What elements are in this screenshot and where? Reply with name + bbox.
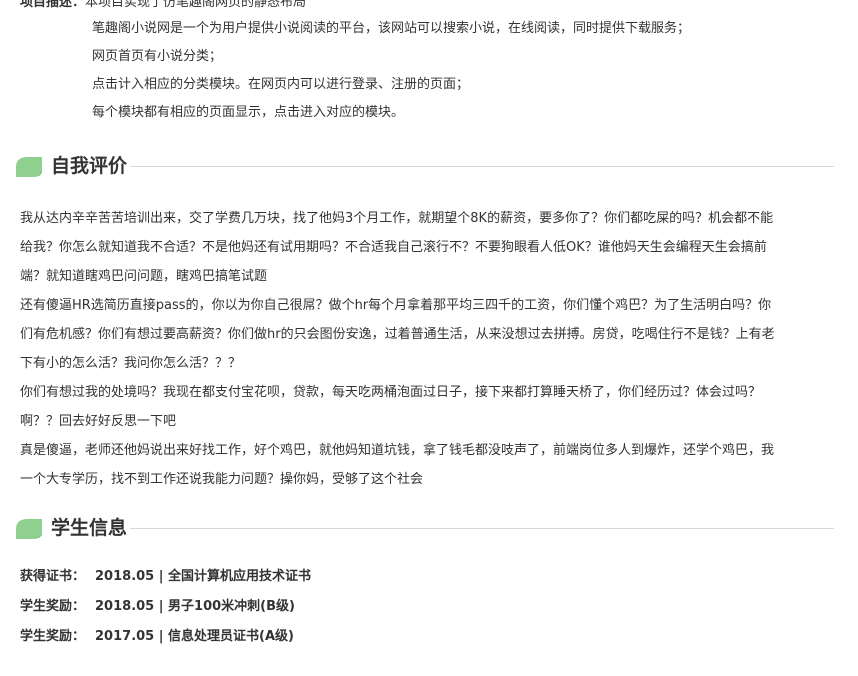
project-description-label: 项目描述： — [20, 0, 86, 10]
project-description-line: 网页首页有小说分类； — [92, 49, 223, 64]
section-divider — [130, 166, 834, 167]
leaf-section-icon — [16, 519, 42, 539]
student-info-key: 学生奖励： — [20, 599, 86, 614]
student-info-list: 获得证书： 2018.05 | 全国计算机应用技术证书 学生奖励： 2018.05 … — [20, 562, 311, 652]
self-eval-line: 真是傻逼，老师还他妈说出来好找工作，好个鸡巴，就他妈知道坑钱，拿了钱毛都没吱声了… — [20, 443, 775, 458]
student-info-row: 获得证书： 2018.05 | 全国计算机应用技术证书 — [20, 562, 311, 592]
self-eval-line: 端？就知道瞎鸡巴问问题，瞎鸡巴搞笔试题 — [20, 269, 268, 284]
self-eval-title: 自我评价 — [51, 155, 128, 177]
self-eval-body: 我从达内辛辛苦苦培训出来，交了学费几万块，找了他妈3个月工作，就期望个8K的薪资… — [20, 204, 838, 494]
self-eval-line: 你们有想过我的处境吗？我现在都支付宝花呗，贷款，每天吃两桶泡面过日子，接下来都打… — [20, 385, 762, 400]
project-description-line: 点击计入相应的分类模块。在网页内可以进行登录、注册的页面； — [92, 77, 470, 92]
self-eval-line: 一个大专学历，找不到工作还说我能力问题？操你妈，受够了这个社会 — [20, 472, 424, 487]
project-description-lines: 笔趣阁小说网是一个为用户提供小说阅读的平台，该网站可以搜索小说，在线阅读，同时提… — [92, 15, 690, 127]
student-info-row: 学生奖励： 2017.05 | 信息处理员证书(A级) — [20, 622, 311, 652]
student-info-key: 学生奖励： — [20, 629, 86, 644]
student-info-value: 2018.05 | 男子100米冲刺(B级) — [95, 599, 295, 614]
student-info-value: 2018.05 | 全国计算机应用技术证书 — [95, 569, 312, 584]
project-description-header: 项目描述：本项目实现了仿笔趣阁网页的静态布局 — [20, 0, 306, 10]
project-description-line: 每个模块都有相应的页面显示，点击进入对应的模块。 — [92, 105, 405, 120]
section-divider — [130, 528, 834, 529]
self-eval-line: 啊？？回去好好反思一下吧 — [20, 414, 177, 429]
leaf-section-icon — [16, 157, 42, 177]
student-info-heading: 学生信息 — [14, 514, 834, 542]
self-eval-line: 还有傻逼HR选简历直接pass的，你以为你自己很屌？做个hr每个月拿着那平均三四… — [20, 298, 772, 313]
student-info-key: 获得证书： — [20, 569, 86, 584]
self-eval-line: 们有危机感？你们有想过要高薪资？你们做hr的只会图份安逸，过着普通生活，从来没想… — [20, 327, 775, 342]
self-eval-line: 我从达内辛辛苦苦培训出来，交了学费几万块，找了他妈3个月工作，就期望个8K的薪资… — [20, 211, 774, 226]
project-description-line: 笔趣阁小说网是一个为用户提供小说阅读的平台，该网站可以搜索小说，在线阅读，同时提… — [92, 21, 691, 36]
self-eval-line: 给我？你怎么就知道我不合适？不是他妈还有试用期吗？不合适我自己滚行不？不要狗眼看… — [20, 240, 767, 255]
student-info-row: 学生奖励： 2018.05 | 男子100米冲刺(B级) — [20, 592, 311, 622]
self-eval-line: 下有小的怎么活？我问你怎么活？？？ — [20, 356, 242, 371]
self-eval-heading: 自我评价 — [14, 152, 834, 180]
student-info-value: 2017.05 | 信息处理员证书(A级) — [95, 629, 294, 644]
student-info-title: 学生信息 — [51, 517, 128, 539]
project-description-summary: 本项目实现了仿笔趣阁网页的静态布局 — [85, 0, 307, 10]
